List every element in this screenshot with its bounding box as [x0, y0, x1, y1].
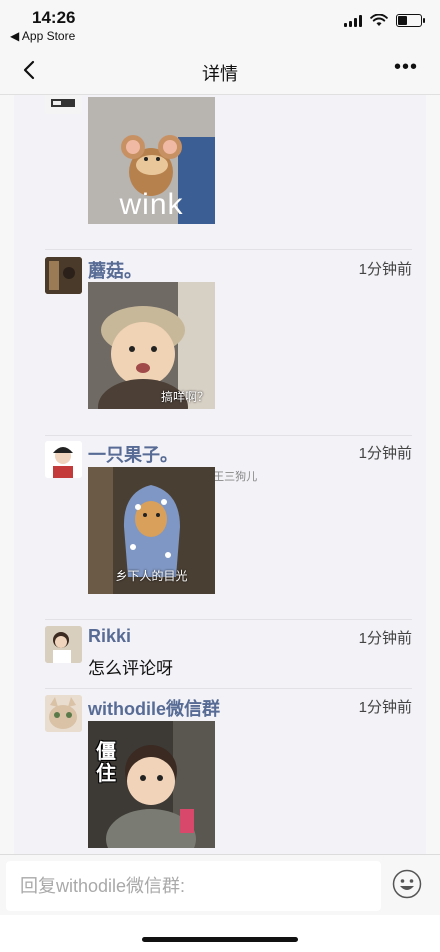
comment-time: 1分钟前 — [358, 630, 412, 647]
status-bar: 14:26 ◀ App Store — [0, 0, 440, 50]
emoji-icon[interactable] — [392, 869, 422, 899]
reply-input[interactable]: 回复withodile微信群: — [6, 861, 381, 911]
comment-username[interactable]: 一只果子。 — [88, 441, 178, 467]
comment-username[interactable]: withodile微信群 — [88, 695, 220, 721]
home-indicator[interactable] — [142, 937, 298, 942]
avatar[interactable] — [45, 626, 82, 663]
sticker-caption: 僵住 — [96, 741, 116, 785]
divider — [45, 688, 412, 689]
comment-time: 1分钟前 — [358, 261, 412, 278]
signal-icon — [344, 14, 362, 27]
sticker-caption: 乡下人的目光 — [115, 569, 188, 583]
comment-time: 1分钟前 — [358, 445, 412, 462]
reply-bar: 回复withodile微信群: — [0, 854, 440, 915]
sticker-image[interactable]: 僵住 — [88, 721, 215, 848]
comment-username[interactable]: 蘑菇。 — [88, 257, 142, 283]
divider — [45, 435, 412, 436]
more-options-icon[interactable]: ••• — [394, 56, 418, 79]
sticker-image[interactable]: wink — [88, 97, 215, 224]
divider — [45, 619, 412, 620]
comment-list[interactable]: wink 蘑菇。 1分钟前 搞咩啊？ 一只果子。 1分钟前 @王三狗儿 乡下人的… — [0, 95, 440, 855]
sticker-image[interactable]: 乡下人的目光 — [88, 467, 215, 594]
navigation-bar: 详情 ••• — [0, 50, 440, 95]
battery-icon — [396, 14, 425, 27]
divider — [45, 249, 412, 250]
comments-panel: wink 蘑菇。 1分钟前 搞咩啊？ 一只果子。 1分钟前 @王三狗儿 乡下人的… — [14, 95, 426, 855]
avatar[interactable] — [45, 441, 82, 478]
back-to-app-store-link[interactable]: ◀ App Store — [10, 29, 75, 43]
avatar[interactable] — [45, 695, 82, 732]
page-title: 详情 — [202, 64, 238, 84]
avatar[interactable] — [45, 257, 82, 294]
avatar[interactable] — [45, 95, 82, 114]
status-time: 14:26 — [32, 8, 76, 27]
sticker-caption: wink — [119, 188, 184, 221]
comment-text: 怎么评论呀 — [88, 659, 173, 678]
sticker-image[interactable]: 搞咩啊？ — [88, 282, 215, 409]
sticker-caption: 搞咩啊？ — [160, 390, 209, 404]
wifi-icon — [370, 14, 388, 26]
comment-username[interactable]: Rikki — [88, 626, 131, 647]
comment-time: 1分钟前 — [358, 699, 412, 716]
status-icons — [344, 14, 425, 27]
